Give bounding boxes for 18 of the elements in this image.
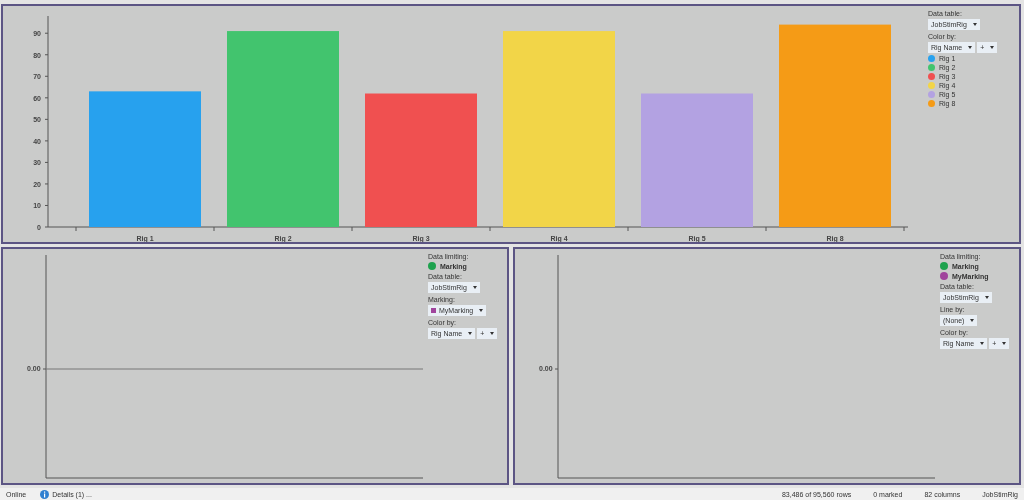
info-icon	[40, 489, 50, 499]
caret-icon	[970, 319, 975, 322]
caret-icon	[984, 296, 989, 299]
bar[interactable]	[89, 91, 201, 227]
caret-icon	[990, 46, 995, 49]
caret-icon	[980, 342, 985, 345]
caret-icon	[479, 309, 484, 312]
caret-icon	[468, 332, 473, 335]
bar[interactable]	[641, 93, 753, 227]
bar[interactable]	[779, 24, 891, 227]
caret-icon	[972, 23, 977, 26]
bar[interactable]	[365, 93, 477, 227]
caret-icon	[472, 286, 477, 289]
caret-icon	[1002, 342, 1007, 345]
bar[interactable]	[227, 31, 339, 227]
caret-icon	[968, 46, 973, 49]
caret-icon	[490, 332, 495, 335]
bar[interactable]	[503, 31, 615, 227]
